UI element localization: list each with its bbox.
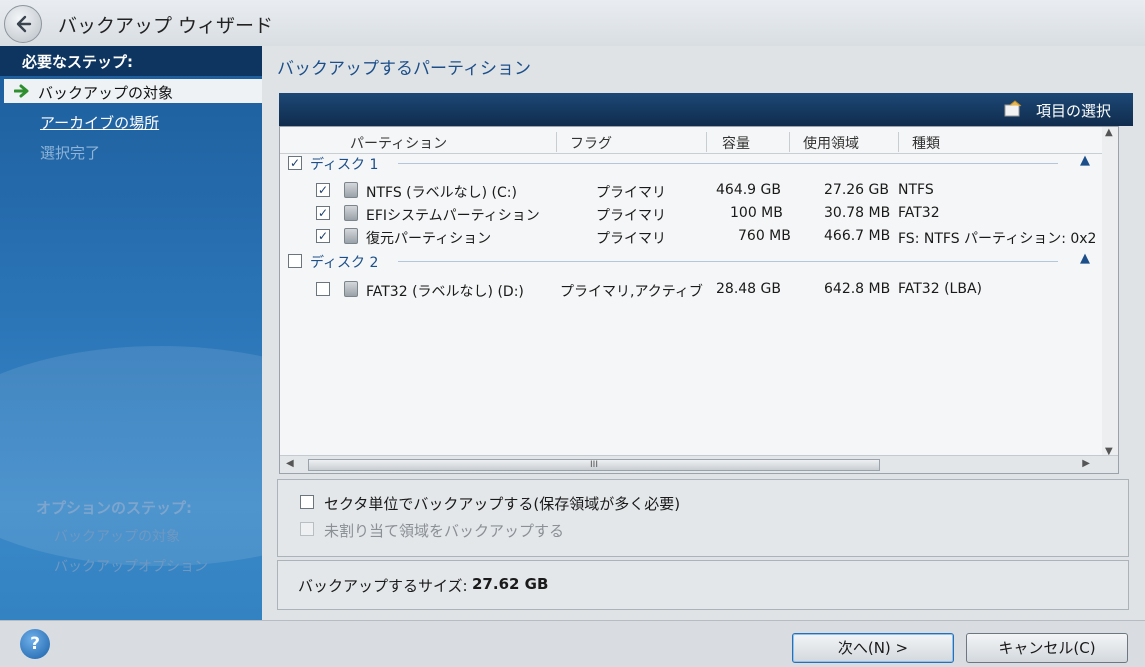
partition-flag: プライマリ [596,208,666,224]
column-header-used[interactable]: 使用領域 [803,133,859,153]
partition-used: 27.26 GB [824,182,889,198]
table-row[interactable]: ✓ 復元パーティション プライマリ 760 MB 466.7 MB FS: NT… [280,226,1118,248]
partition-checkbox[interactable]: ✓ [316,183,330,197]
partition-type: NTFS [898,182,934,198]
disk-label: ディスク 2 [310,255,379,271]
divider [398,163,1058,164]
partition-flag: プライマリ [596,185,666,201]
back-arrow-icon [16,15,32,33]
disk-group-row[interactable]: ディスク 2 ▲ [288,251,1098,273]
partition-icon [344,281,358,297]
current-step-arrow-icon [14,84,29,98]
partition-capacity: 100 MB [730,205,783,221]
sidebar-item-backup-target[interactable]: バックアップの対象 [4,79,262,103]
partition-checkbox[interactable]: ✓ [316,206,330,220]
required-steps-heading: 必要なステップ: [0,46,262,76]
partition-table: パーティション フラグ 容量 使用領域 種類 ✓ ディスク 1 ▲ ✓ NTFS… [279,126,1119,474]
unallocated-backup-label: 未割り当て領域をバックアップする [324,522,565,540]
grid-toolbar: 項目の選択 [279,93,1133,126]
select-items-icon [1004,100,1022,117]
column-header-flag[interactable]: フラグ [570,133,612,153]
partition-type: FAT32 (LBA) [898,281,982,297]
help-icon[interactable]: ? [20,629,50,659]
partition-capacity: 760 MB [738,228,791,244]
sidebar-optional-item: バックアップオプション [54,559,208,575]
partition-capacity: 28.48 GB [716,281,781,297]
sidebar-optional-item: バックアップの対象 [54,529,180,545]
partition-icon [344,182,358,198]
scroll-up-icon[interactable]: ▲ [1105,127,1113,138]
page-title: バックアップするパーティション [277,59,531,79]
partition-type: FS: NTFS パーティション: 0x2 [898,231,1097,247]
partition-name: 復元パーティション [366,231,492,247]
backup-size-panel: バックアップするサイズ: 27.62 GB [277,560,1129,610]
window-title: バックアップ ウィザード [58,15,274,37]
collapse-icon[interactable]: ▲ [1080,251,1090,266]
horizontal-scrollbar[interactable]: ◀ III ▶ [280,455,1118,473]
disk-group-row[interactable]: ✓ ディスク 1 ▲ [288,153,1098,175]
unallocated-backup-option: 未割り当て領域をバックアップする [300,520,564,541]
table-row[interactable]: FAT32 (ラベルなし) (D:) プライマリ,アクティブ 28.48 GB … [280,279,1118,301]
partition-name: NTFS (ラベルなし) (C:) [366,185,517,201]
column-header-partition[interactable]: パーティション [350,133,447,153]
divider [398,261,1058,262]
scroll-right-icon[interactable]: ▶ [1082,458,1090,469]
disk-checkbox[interactable] [288,254,302,268]
backup-options-panel: セクタ単位でバックアップする(保存領域が多く必要) 未割り当て領域をバックアップ… [277,479,1129,557]
partition-icon [344,205,358,221]
sector-backup-option[interactable]: セクタ単位でバックアップする(保存領域が多く必要) [300,493,680,514]
backup-size-label: バックアップするサイズ: [298,577,468,595]
partition-used: 466.7 MB [824,228,891,244]
partition-name: EFIシステムパーティション [366,208,540,224]
table-row[interactable]: ✓ EFIシステムパーティション プライマリ 100 MB 30.78 MB F… [280,203,1118,225]
sector-backup-checkbox[interactable] [300,495,314,509]
partition-flag: プライマリ,アクティブ [560,284,703,300]
column-header-type[interactable]: 種類 [912,133,940,153]
collapse-icon[interactable]: ▲ [1080,153,1090,168]
disk-label: ディスク 1 [310,157,379,173]
sector-backup-label: セクタ単位でバックアップする(保存領域が多く必要) [324,495,681,513]
disk-checkbox[interactable]: ✓ [288,156,302,170]
select-items-button[interactable]: 項目の選択 [1036,100,1111,121]
partition-checkbox[interactable] [316,282,330,296]
sidebar: 必要なステップ: バックアップの対象 アーカイブの場所 選択完了 オプションのス… [0,46,262,620]
optional-steps-heading: オプションのステップ: [36,499,192,517]
sidebar-item-archive-location[interactable]: アーカイブの場所 [40,112,159,133]
title-bar: バックアップ ウィザード [0,0,1145,46]
table-row[interactable]: ✓ NTFS (ラベルなし) (C:) プライマリ 464.9 GB 27.26… [280,180,1118,202]
column-header-capacity[interactable]: 容量 [722,133,750,153]
partition-used: 30.78 MB [824,205,891,221]
next-button[interactable]: 次へ(N) > [792,633,954,663]
partition-icon [344,228,358,244]
partition-checkbox[interactable]: ✓ [316,229,330,243]
partition-flag: プライマリ [596,231,666,247]
backup-size-value: 27.62 GB [472,575,549,593]
footer-bar: ? 次へ(N) > キャンセル(C) [0,620,1145,667]
partition-capacity: 464.9 GB [716,182,781,198]
table-header: パーティション フラグ 容量 使用領域 種類 [280,130,1118,154]
scrollbar-thumb[interactable]: III [308,459,880,471]
scroll-left-icon[interactable]: ◀ [286,458,294,469]
sidebar-item-finish: 選択完了 [40,144,101,162]
back-button[interactable] [4,5,42,43]
unallocated-backup-checkbox [300,522,314,536]
sidebar-item-label: バックアップの対象 [38,84,174,102]
cancel-button[interactable]: キャンセル(C) [966,633,1128,663]
partition-type: FAT32 [898,205,940,221]
partition-name: FAT32 (ラベルなし) (D:) [366,284,524,300]
vertical-scrollbar[interactable]: ▲ ▼ [1102,127,1118,457]
partition-used: 642.8 MB [824,281,891,297]
